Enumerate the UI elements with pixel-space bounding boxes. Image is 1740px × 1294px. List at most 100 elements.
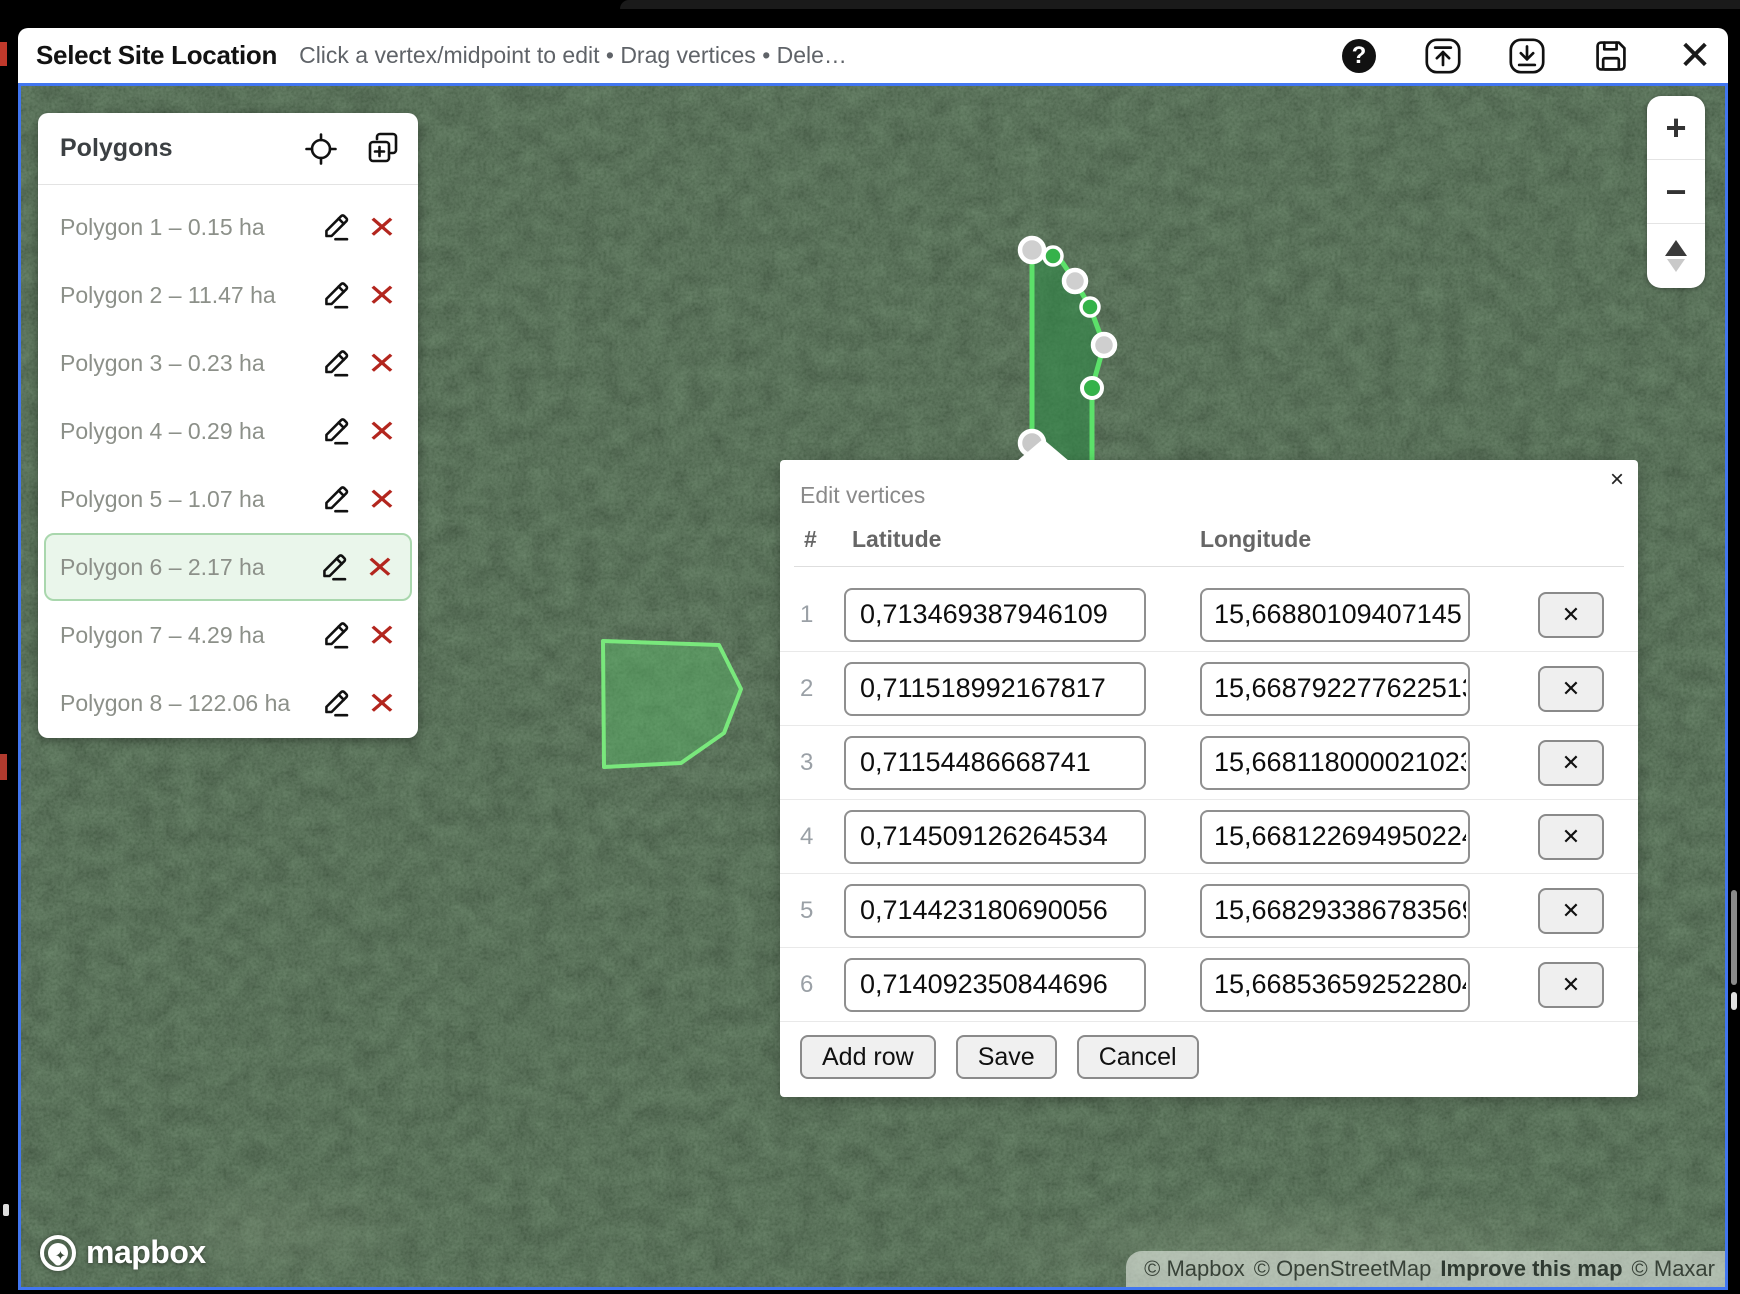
delete-polygon-button[interactable]: ✕ bbox=[357, 613, 408, 657]
attribution-osm[interactable]: © OpenStreetMap bbox=[1254, 1256, 1432, 1282]
edit-polygon-button[interactable] bbox=[316, 613, 360, 657]
attribution-maxar[interactable]: © Maxar bbox=[1632, 1256, 1715, 1282]
save-button[interactable] bbox=[1592, 37, 1630, 75]
vertex-row-number: 4 bbox=[800, 823, 844, 851]
edit-polygon-button[interactable] bbox=[316, 477, 360, 521]
polygon-list-item[interactable]: Polygon 7 – 4.29 ha ✕ bbox=[38, 601, 418, 669]
pencil-icon bbox=[320, 277, 356, 313]
vertex-row: 2 ✕ bbox=[780, 652, 1638, 726]
pencil-icon bbox=[318, 549, 354, 585]
polygon-list-item[interactable]: Polygon 2 – 11.47 ha ✕ bbox=[38, 261, 418, 329]
duplicate-add-button[interactable] bbox=[364, 130, 402, 168]
latitude-input[interactable] bbox=[844, 810, 1146, 864]
polygon-label: Polygon 5 – 1.07 ha bbox=[60, 486, 316, 513]
column-latitude: Latitude bbox=[852, 526, 941, 553]
download-button[interactable] bbox=[1508, 37, 1546, 75]
delete-polygon-button[interactable]: ✕ bbox=[357, 477, 408, 521]
vertex-row-number: 1 bbox=[800, 601, 844, 629]
longitude-input[interactable] bbox=[1200, 588, 1470, 642]
pencil-icon bbox=[320, 685, 356, 721]
vertex-row-number: 6 bbox=[800, 971, 844, 999]
latitude-input[interactable] bbox=[844, 736, 1146, 790]
delete-polygon-button[interactable]: ✕ bbox=[357, 681, 408, 725]
polygon-list-item[interactable]: Polygon 4 – 0.29 ha ✕ bbox=[38, 397, 418, 465]
longitude-input[interactable] bbox=[1200, 736, 1470, 790]
delete-vertex-button[interactable]: ✕ bbox=[1538, 592, 1604, 638]
pencil-icon bbox=[320, 413, 356, 449]
upload-icon bbox=[1424, 37, 1462, 75]
chrome-edge-mark bbox=[3, 1204, 9, 1216]
zoom-in-button[interactable]: + bbox=[1647, 96, 1705, 160]
polygons-panel-title: Polygons bbox=[60, 134, 302, 163]
latitude-input[interactable] bbox=[844, 884, 1146, 938]
delete-vertex-button[interactable]: ✕ bbox=[1538, 814, 1604, 860]
pencil-icon bbox=[320, 209, 356, 245]
polygon-list-item[interactable]: Polygon 6 – 2.17 ha ✕ bbox=[44, 533, 412, 601]
zoom-out-button[interactable]: − bbox=[1647, 160, 1705, 224]
pencil-icon bbox=[320, 617, 356, 653]
download-icon bbox=[1508, 37, 1546, 75]
popover-close-button[interactable]: × bbox=[1610, 464, 1624, 495]
edit-polygon-button[interactable] bbox=[316, 273, 360, 317]
page-scrollbar[interactable] bbox=[1731, 890, 1737, 985]
close-icon: ✕ bbox=[1678, 36, 1712, 76]
crosshair-icon bbox=[304, 132, 338, 166]
delete-vertex-button[interactable]: ✕ bbox=[1538, 962, 1604, 1008]
polygon-list-item[interactable]: Polygon 5 – 1.07 ha ✕ bbox=[38, 465, 418, 533]
polygon-label: Polygon 6 – 2.17 ha bbox=[60, 554, 314, 581]
attribution-mapbox[interactable]: © Mapbox bbox=[1144, 1256, 1245, 1282]
latitude-input[interactable] bbox=[844, 662, 1146, 716]
edit-polygon-button[interactable] bbox=[314, 545, 358, 589]
delete-polygon-button[interactable]: ✕ bbox=[355, 545, 406, 589]
polygon-list-item[interactable]: Polygon 1 – 0.15 ha ✕ bbox=[38, 193, 418, 261]
delete-vertex-button[interactable]: ✕ bbox=[1538, 666, 1604, 712]
locate-button[interactable] bbox=[302, 130, 340, 168]
polygons-panel-header: Polygons bbox=[38, 113, 418, 185]
longitude-input[interactable] bbox=[1200, 662, 1470, 716]
pencil-icon bbox=[320, 345, 356, 381]
delete-polygon-button[interactable]: ✕ bbox=[357, 409, 408, 453]
screen: Select Site Location Click a vertex/midp… bbox=[0, 0, 1740, 1294]
attribution-improve-link[interactable]: Improve this map bbox=[1440, 1256, 1622, 1282]
save-vertices-button[interactable]: Save bbox=[956, 1035, 1057, 1079]
delete-vertex-button[interactable]: ✕ bbox=[1538, 888, 1604, 934]
page-scrollbar-track bbox=[1731, 992, 1737, 1010]
delete-polygon-button[interactable]: ✕ bbox=[357, 273, 408, 317]
edit-polygon-button[interactable] bbox=[316, 409, 360, 453]
cancel-button[interactable]: Cancel bbox=[1077, 1035, 1199, 1079]
page-title: Select Site Location bbox=[36, 40, 277, 71]
delete-polygon-button[interactable]: ✕ bbox=[357, 205, 408, 249]
edit-polygon-button[interactable] bbox=[316, 205, 360, 249]
upload-button[interactable] bbox=[1424, 37, 1462, 75]
copy-plus-icon bbox=[365, 131, 401, 167]
mapbox-logo[interactable]: ✦ mapbox bbox=[40, 1234, 206, 1271]
help-button[interactable]: ? bbox=[1340, 37, 1378, 75]
edit-polygon-button[interactable] bbox=[316, 341, 360, 385]
edit-polygon-button[interactable] bbox=[316, 681, 360, 725]
select-site-location-dialog: Select Site Location Click a vertex/midp… bbox=[18, 28, 1728, 1290]
vertex-rows: 1 ✕ 2 ✕ 3 bbox=[780, 578, 1638, 1022]
instructions-text: Click a vertex/midpoint to edit • Drag v… bbox=[299, 42, 847, 69]
polygon-list-item[interactable]: Polygon 8 – 122.06 ha ✕ bbox=[38, 669, 418, 737]
longitude-input[interactable] bbox=[1200, 884, 1470, 938]
longitude-input[interactable] bbox=[1200, 958, 1470, 1012]
vertex-row-number: 5 bbox=[800, 897, 844, 925]
polygon-label: Polygon 2 – 11.47 ha bbox=[60, 282, 316, 309]
mapbox-logo-icon: ✦ bbox=[40, 1235, 76, 1271]
add-row-button[interactable]: Add row bbox=[800, 1035, 936, 1079]
edit-vertices-popover: × Edit vertices # Latitude Longitude 1 ✕ bbox=[780, 460, 1638, 1097]
divider bbox=[794, 566, 1624, 567]
close-dialog-button[interactable]: ✕ bbox=[1676, 37, 1714, 75]
delete-polygon-button[interactable]: ✕ bbox=[357, 341, 408, 385]
latitude-input[interactable] bbox=[844, 958, 1146, 1012]
delete-vertex-button[interactable]: ✕ bbox=[1538, 740, 1604, 786]
pencil-icon bbox=[320, 481, 356, 517]
latitude-input[interactable] bbox=[844, 588, 1146, 642]
map-canvas[interactable]: Polygons bbox=[18, 83, 1728, 1290]
polygon-list-item[interactable]: Polygon 3 – 0.23 ha ✕ bbox=[38, 329, 418, 397]
longitude-input[interactable] bbox=[1200, 810, 1470, 864]
chrome-edge-mark bbox=[0, 42, 7, 66]
vertex-row-number: 3 bbox=[800, 749, 844, 777]
vertex-row: 1 ✕ bbox=[780, 578, 1638, 652]
pitch-toggle-button[interactable] bbox=[1647, 224, 1705, 288]
